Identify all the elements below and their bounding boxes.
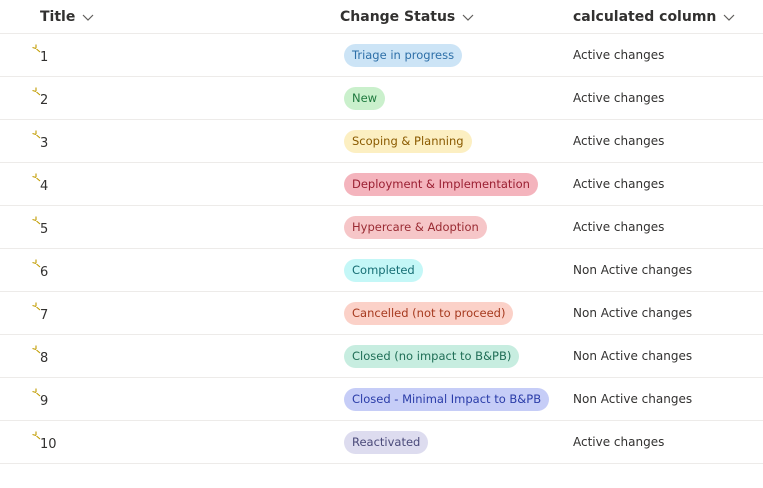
calculated-column-cell: Active changes [573, 220, 665, 234]
calculated-column-cell: Active changes [573, 177, 665, 191]
list-header: Title Change Status calculated column [0, 0, 763, 34]
table-row[interactable]: 10 Reactivated Active changes [0, 421, 763, 464]
status-badge: Completed [344, 258, 423, 282]
chevron-down-icon [462, 14, 474, 21]
title-cell: 5 [32, 206, 48, 248]
status-badge: Reactivated [344, 430, 429, 454]
column-header-title-label: Title [40, 8, 76, 25]
title-link[interactable]: 7 [40, 308, 48, 323]
status-badge: Closed (no impact to B&PB) [344, 344, 520, 368]
table-row[interactable]: 3 Scoping & Planning Active changes [0, 120, 763, 163]
title-cell: 1 [32, 34, 48, 76]
table-row[interactable]: 1 Triage in progress Active changes [0, 34, 763, 77]
change-status-cell: Hypercare & Adoption [344, 206, 487, 248]
title-link[interactable]: 2 [40, 93, 48, 108]
change-status-cell: Triage in progress [344, 34, 463, 76]
title-cell: 10 [32, 421, 57, 463]
table-row[interactable]: 7 Cancelled (not to proceed) Non Active ch… [0, 292, 763, 335]
calculated-column-cell: Active changes [573, 48, 665, 62]
title-link[interactable]: 6 [40, 265, 48, 280]
column-header-change-status-label: Change Status [340, 8, 456, 25]
calculated-column-cell: Active changes [573, 134, 665, 148]
table-row[interactable]: 8 Closed (no impact to B&PB) Non Active ch… [0, 335, 763, 378]
calculated-column-cell: Active changes [573, 435, 665, 449]
title-cell: 3 [32, 120, 48, 162]
table-row[interactable]: 4 Deployment & Implementation Active chang… [0, 163, 763, 206]
calculated-column-cell: Non Active changes [573, 392, 693, 406]
calculated-column-cell: Active changes [573, 91, 665, 105]
title-link[interactable]: 10 [40, 437, 57, 452]
change-status-cell: Scoping & Planning [344, 120, 472, 162]
title-link[interactable]: 4 [40, 179, 48, 194]
table-row[interactable]: 9 Closed - Minimal Impact to B&PB Non Acti… [0, 378, 763, 421]
status-badge: Hypercare & Adoption [344, 215, 487, 239]
title-cell: 8 [32, 335, 48, 377]
status-badge: Deployment & Implementation [344, 172, 538, 196]
status-badge: Scoping & Planning [344, 129, 472, 153]
calculated-column-cell: Non Active changes [573, 349, 693, 363]
sharepoint-list: Title Change Status calculated column 1 T… [0, 0, 763, 488]
chevron-down-icon [82, 14, 94, 21]
title-cell: 7 [32, 292, 48, 334]
status-badge: Closed - Minimal Impact to B&PB [344, 387, 550, 411]
change-status-cell: Completed [344, 249, 423, 291]
change-status-cell: New [344, 77, 386, 119]
title-cell: 6 [32, 249, 48, 291]
status-badge: Triage in progress [344, 43, 463, 67]
change-status-cell: Cancelled (not to proceed) [344, 292, 514, 334]
title-cell: 9 [32, 378, 48, 420]
title-link[interactable]: 3 [40, 136, 48, 151]
change-status-cell: Closed (no impact to B&PB) [344, 335, 520, 377]
column-header-change-status[interactable]: Change Status [340, 0, 475, 33]
title-link[interactable]: 9 [40, 394, 48, 409]
change-status-cell: Reactivated [344, 421, 429, 463]
table-row[interactable]: 2 New Active changes [0, 77, 763, 120]
change-status-cell: Deployment & Implementation [344, 163, 538, 205]
chevron-down-icon [723, 14, 735, 21]
table-row[interactable]: 5 Hypercare & Adoption Active changes [0, 206, 763, 249]
status-badge: Cancelled (not to proceed) [344, 301, 514, 325]
table-row[interactable]: 6 Completed Non Active changes [0, 249, 763, 292]
title-cell: 4 [32, 163, 48, 205]
title-link[interactable]: 5 [40, 222, 48, 237]
title-cell: 2 [32, 77, 48, 119]
column-header-calculated-column-label: calculated column [573, 8, 717, 25]
calculated-column-cell: Non Active changes [573, 263, 693, 277]
change-status-cell: Closed - Minimal Impact to B&PB [344, 378, 550, 420]
column-header-calculated-column[interactable]: calculated column [573, 0, 736, 33]
calculated-column-cell: Non Active changes [573, 306, 693, 320]
title-link[interactable]: 8 [40, 351, 48, 366]
status-badge: New [344, 86, 386, 110]
title-link[interactable]: 1 [40, 50, 48, 65]
column-header-title[interactable]: Title [40, 0, 95, 33]
list-rows: 1 Triage in progress Active changes 2 New Act… [0, 34, 763, 464]
